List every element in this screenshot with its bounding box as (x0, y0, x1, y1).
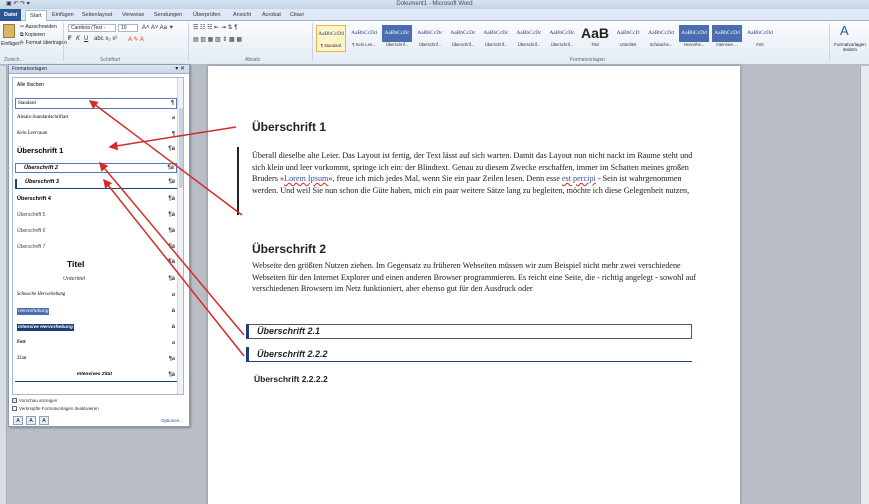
italic-icon[interactable]: K (76, 36, 80, 42)
scrollbar-thumb[interactable] (179, 108, 183, 188)
vertical-scrollbar[interactable] (860, 66, 869, 504)
heading-2-2-2-2[interactable]: Überschrift 2.2.2.2 (254, 374, 328, 384)
vertical-ruler (0, 66, 7, 504)
style-tile-emphasis[interactable]: AaBbCcDd Hervorhe... (679, 25, 709, 52)
tab-citavi[interactable]: Citavi (286, 10, 308, 21)
clipboard-group-label: Zwisch... (4, 57, 24, 63)
style-tile-heading2[interactable]: AaBbCcDc Überschrif... (415, 25, 445, 52)
ribbon: Einfügen ✂ Ausschneiden ⧉ Kopieren ✎ For… (0, 21, 869, 65)
style-item-intense-quote[interactable]: Intensives Zitat ¶a (15, 372, 177, 382)
strikethrough-icon[interactable]: abc x₂ x² (94, 36, 117, 42)
style-item-quote[interactable]: Zitat ¶a (15, 356, 177, 366)
font-name-box[interactable]: Cambria (Text - (68, 24, 116, 32)
cut-button[interactable]: ✂ Ausschneiden (20, 24, 57, 30)
tab-review[interactable]: Überprüfen (189, 10, 225, 21)
change-styles-button[interactable]: Formatvorlagen ändern (833, 42, 867, 52)
style-item-subtle-emphasis[interactable]: Schwache Hervorhebung a (15, 292, 177, 302)
style-tile-heading5[interactable]: AaBbCcDc Überschrif... (514, 25, 544, 52)
tab-start[interactable]: Start (25, 10, 47, 21)
style-item-heading-1[interactable]: Überschrift 1 ¶a (15, 146, 177, 158)
style-tile-subtitle[interactable]: AaBbCcD Untertitel (613, 25, 643, 52)
heading-1[interactable]: Überschrift 1 (252, 120, 326, 134)
tab-references[interactable]: Verweise (118, 10, 148, 21)
change-styles-icon[interactable]: A (840, 23, 849, 38)
paragraph-selection-bar (237, 147, 239, 215)
tab-view[interactable]: Ansicht (229, 10, 255, 21)
style-item-emphasis[interactable]: Hervorhebung a (15, 308, 177, 318)
style-item-intense-emphasis[interactable]: Intensive Hervorhebung a (15, 324, 177, 334)
style-tile-intense-emphasis[interactable]: AaBbCcDd Intensive ... (712, 25, 742, 52)
format-painter-button[interactable]: ✎ Format übertragen (20, 40, 67, 46)
style-tile-heading4[interactable]: AaBbCcDc Überschrif... (481, 25, 511, 52)
style-inspector-button[interactable]: A (26, 416, 36, 425)
heading-2-1[interactable]: Überschrift 2.1 (246, 324, 692, 339)
style-item-no-spacing[interactable]: Kein Leerraum ¶ (15, 131, 177, 141)
align-icons[interactable]: ▤ ▥ ▦ ▧ ⇕ ▩ ▦ (193, 36, 242, 43)
paste-button[interactable]: Einfügen (1, 41, 21, 47)
style-tile-no-spacing[interactable]: AaBbCcDd ¶ Kein Lee... (349, 25, 379, 52)
style-item-default-paragraph-font[interactable]: Absatz-Standardschriftart a (15, 115, 177, 125)
style-tile-heading3[interactable]: AaBbCcDc Überschrif... (448, 25, 478, 52)
styles-group-label: Formatvorlagen (570, 57, 606, 63)
paragraph-group-label: Absatz (245, 57, 261, 63)
style-item-heading-5[interactable]: Überschrift 5 ¶a (15, 212, 177, 222)
text-effects-icon[interactable]: A ✎ A (128, 36, 144, 43)
style-item-clear-all[interactable]: Alle löschen (15, 82, 177, 92)
styles-pane: Formatvorlagen ▾ ✕ Alle löschen Standard… (8, 64, 190, 427)
ribbon-tabs: Datei Start Einfügen Seitenlayout Verwei… (0, 9, 869, 21)
new-style-button[interactable]: A (13, 416, 23, 425)
manage-styles-button[interactable]: A (39, 416, 49, 425)
style-item-standard[interactable]: Standard ¶ (15, 98, 177, 109)
show-preview-checkbox[interactable]: Vorschau anzeigen (12, 398, 57, 404)
style-item-subtitle[interactable]: Untertitel ¶a (15, 276, 177, 286)
style-item-heading-7[interactable]: Überschrift 7 ¶a (15, 244, 177, 254)
group-separator (829, 23, 830, 61)
bold-icon[interactable]: F (68, 36, 72, 42)
tab-page-layout[interactable]: Seitenlayout (78, 10, 116, 21)
style-tile-subtle-emphasis[interactable]: AaBbCcDd Schwache... (646, 25, 676, 52)
disable-linked-styles-checkbox[interactable]: Verknüpfte Formatvorlagen deaktivieren (12, 406, 99, 412)
tab-file[interactable]: Datei (0, 9, 22, 21)
group-separator (188, 23, 189, 61)
style-item-title[interactable]: Titel ¶a (15, 259, 177, 272)
pane-close-icon[interactable]: ▾ ✕ (175, 65, 185, 74)
styles-list-scrollbar[interactable] (177, 78, 183, 394)
styles-list: Alle löschen Standard ¶ Absatz-Standardsc… (12, 77, 184, 395)
group-separator (63, 23, 64, 61)
font-group-label: Schriftart (100, 57, 121, 63)
options-link[interactable]: Optionen... (161, 418, 183, 423)
underline-icon[interactable]: U (84, 36, 88, 42)
paragraph-2[interactable]: Webseite den größten Nutzen ziehen. Im G… (252, 260, 698, 295)
styles-pane-title: Formatvorlagen (12, 66, 48, 72)
style-tile-heading1[interactable]: AaBbCcDc Überschrif... (382, 25, 412, 52)
paragraph-1[interactable]: Überall dieselbe alte Leier. Das Layout … (252, 150, 698, 196)
bullet-list-icon[interactable]: ☰ ☷ ☵ ⇤ ⇥ ⇅ ¶ (193, 24, 237, 31)
style-tile-heading6[interactable]: AaBbCcDc Überschrif... (547, 25, 577, 52)
style-item-strong[interactable]: Fett a (15, 340, 177, 350)
group-separator (312, 23, 313, 61)
style-item-heading-4[interactable]: Überschrift 4 ¶a (15, 196, 177, 206)
font-size-box[interactable]: 10 (118, 24, 138, 32)
styles-pane-header: Formatvorlagen ▾ ✕ (9, 65, 189, 74)
style-tile-title[interactable]: AaB Titel (580, 25, 610, 52)
paste-icon[interactable] (3, 24, 15, 38)
title-bar: ▣ ↶ ↷ ▾ Dokument1 - Microsoft Word (0, 0, 869, 9)
style-item-heading-2[interactable]: Überschrift 2 ¶a (15, 163, 177, 173)
tab-acrobat[interactable]: Acrobat (258, 10, 285, 21)
document-page[interactable]: Überschrift 1 Überall dieselbe alte Leie… (208, 66, 740, 504)
grow-font-icon[interactable]: A˄ A˅ Aa ✦ (142, 24, 174, 31)
copy-button[interactable]: ⧉ Kopieren (20, 32, 45, 38)
tab-mailings[interactable]: Sendungen (150, 10, 186, 21)
style-tile-standard[interactable]: AaBbCcDd ¶ Standard (316, 25, 346, 52)
heading-2-2-2[interactable]: Überschrift 2.2.2 (246, 347, 692, 362)
style-item-heading-6[interactable]: Überschrift 6 ¶a (15, 228, 177, 238)
tab-insert[interactable]: Einfügen (48, 10, 78, 21)
heading-2[interactable]: Überschrift 2 (252, 242, 326, 256)
style-item-heading-3[interactable]: Überschrift 3 ¶a (15, 179, 177, 189)
style-tile-strong[interactable]: AaBbCcDd Fett (745, 25, 775, 52)
window-title: Dokument1 - Microsoft Word (396, 1, 473, 7)
